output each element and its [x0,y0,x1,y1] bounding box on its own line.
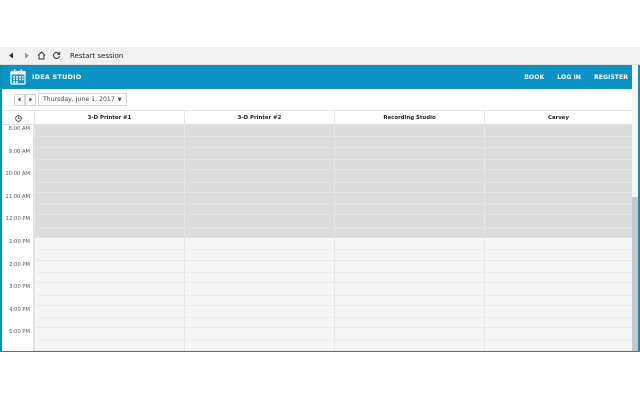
nav-book[interactable]: BOOK [524,74,544,81]
forward-button[interactable] [19,49,33,63]
time-label: 8:00 AM [2,125,34,148]
chevron-right-icon [29,97,32,102]
brand-name[interactable]: IDEA STUDIO [32,73,81,81]
reload-icon [52,51,60,59]
half-hour-line [34,181,632,183]
caret-down-icon: ▼ [117,96,122,103]
grid-body: 8:00 AM 9:00 AM 10:00 AM 11:00 AM 12:00 PM 1:… [2,125,632,352]
resource-header: Recording Studio [334,111,484,125]
browser-window: Restart session IDEA STUDIO BOOK LOG IN … [0,0,640,400]
time-slot[interactable] [484,351,632,352]
half-hour-line [34,249,632,251]
half-hour-line [34,294,632,296]
prev-day-button[interactable] [14,93,25,106]
schedule-grid: 3-D Printer #1 3-D Printer #2 Recording … [2,111,632,352]
resource-header: 3-D Printer #2 [184,111,334,125]
time-label: 5:00 PM [2,328,34,351]
app-header: IDEA STUDIO BOOK LOG IN REGISTER [2,65,632,89]
reload-button[interactable] [49,49,63,63]
half-hour-line [34,271,632,273]
scrollbar-thumb[interactable] [632,197,638,351]
app-frame: IDEA STUDIO BOOK LOG IN REGISTER Thursda… [0,65,640,352]
resource-header: Carvey [484,111,632,125]
home-icon [37,51,45,60]
time-slot[interactable] [334,351,484,352]
time-label: 1:00 PM [2,238,34,261]
selected-date: Thursday, June 1, 2017 [43,96,115,103]
time-label: 9:00 AM [2,147,34,171]
date-picker[interactable]: Thursday, June 1, 2017 ▼ [38,93,127,106]
half-hour-line [34,317,632,319]
kiosk-toolbar: Restart session [0,47,640,65]
half-hour-line [34,158,632,160]
forward-arrow-icon [24,52,29,59]
next-day-button[interactable] [25,93,36,106]
grid-header: 3-D Printer #1 3-D Printer #2 Recording … [2,111,632,125]
main-nav: BOOK LOG IN REGISTER [511,74,628,81]
nav-register[interactable]: REGISTER [594,74,628,81]
time-label: 4:00 PM [2,305,34,329]
clock-icon [2,111,34,125]
vertical-scrollbar[interactable] [632,65,638,351]
restart-session-link[interactable]: Restart session [70,52,123,60]
time-label: 12:00 PM [2,215,34,238]
time-slot[interactable] [184,351,334,352]
back-arrow-icon [8,52,13,59]
resource-header: 3-D Printer #1 [34,111,184,125]
time-label: 2:00 PM [2,260,34,284]
back-button[interactable] [4,49,18,63]
time-label: 10:00 AM [2,170,34,193]
half-hour-line [34,204,632,206]
nav-log-in[interactable]: LOG IN [557,74,581,81]
half-hour-line [34,226,632,228]
half-hour-line [34,136,632,138]
date-navigation: Thursday, June 1, 2017 ▼ [2,89,632,111]
time-label: 11:00 AM [2,192,34,216]
half-hour-line [34,339,632,341]
chevron-left-icon [18,97,21,102]
home-button[interactable] [34,49,48,63]
time-label: 6:00 PM [2,351,34,352]
time-row: 6:00 PM [2,351,632,352]
time-label: 3:00 PM [2,283,34,306]
calendar-logo-icon [10,69,26,85]
time-slot[interactable] [34,351,184,352]
